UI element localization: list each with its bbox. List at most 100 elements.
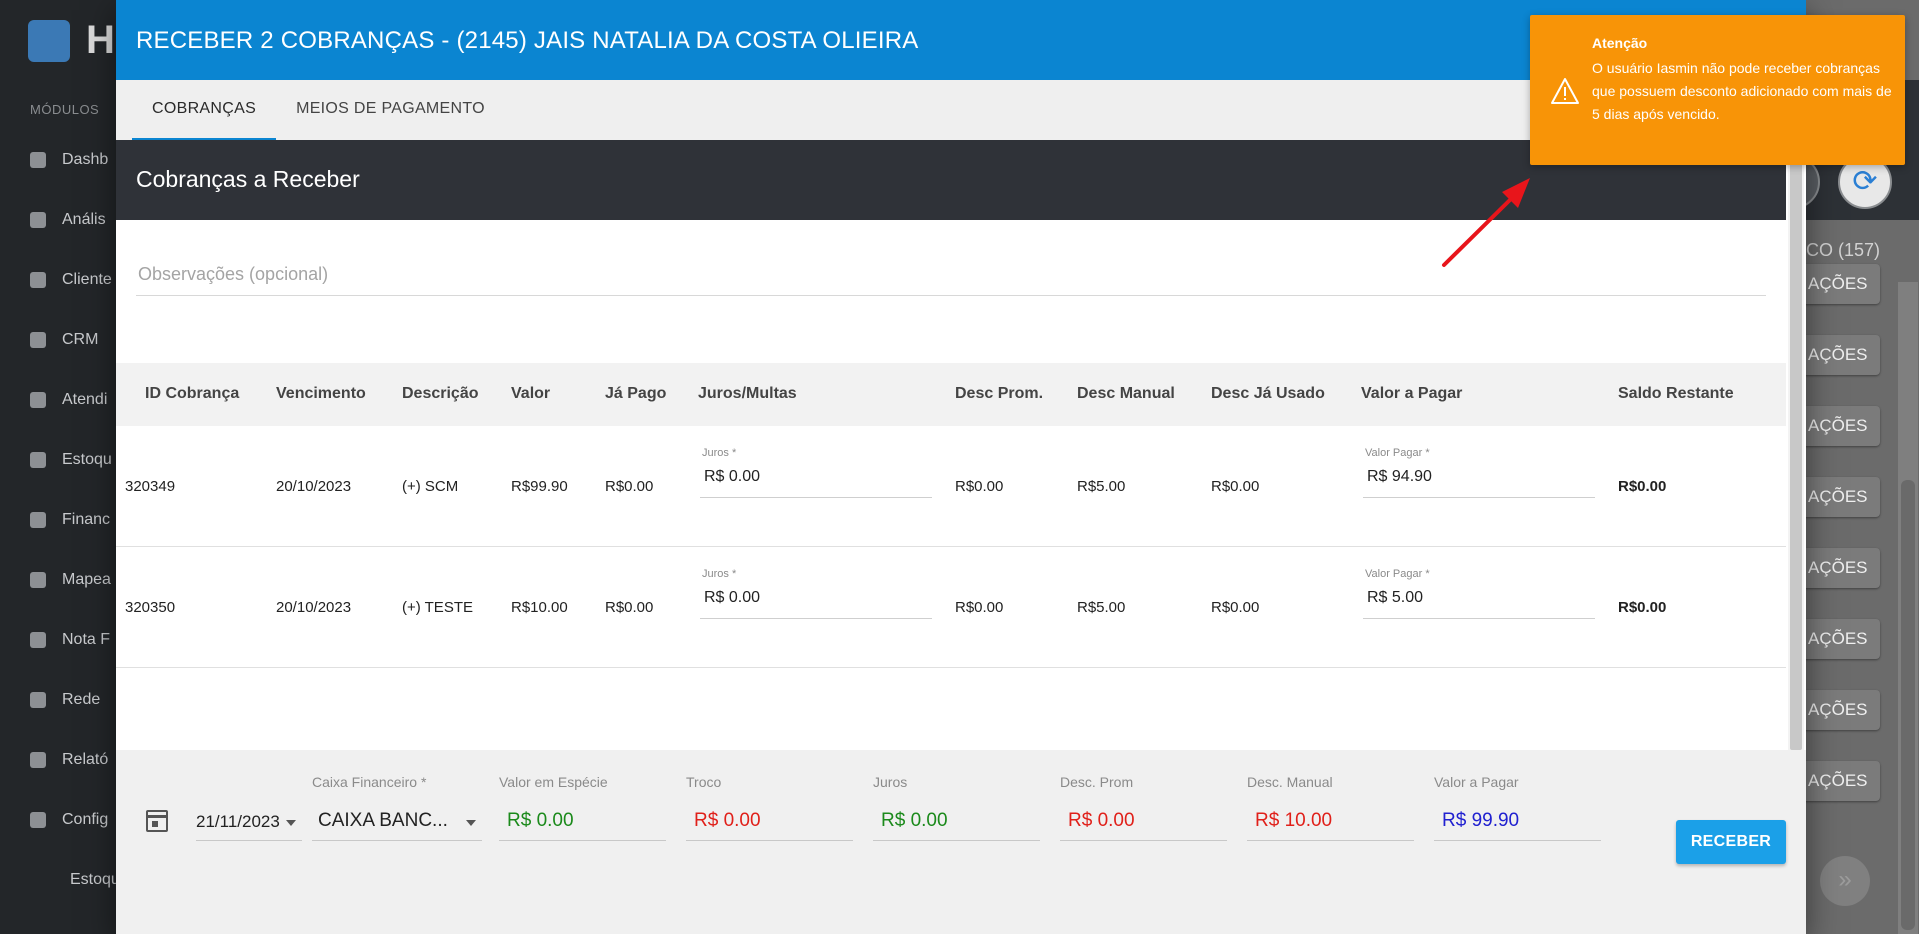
juros-input-label: Juros * (702, 568, 737, 580)
contact-icon (30, 272, 46, 288)
date-underline (196, 840, 302, 841)
background-sidebar: H MÓDULOS Dashb Anális Cliente CRM Atend… (0, 0, 120, 934)
desc-prom-label: Desc. Prom (1060, 774, 1134, 790)
juros-total-label: Juros (873, 774, 908, 790)
desc-prom-value: R$ 0.00 (1068, 810, 1135, 831)
column-header: Desc Já Usado (1211, 385, 1325, 402)
cell-desc-ja-usado: R$0.00 (1211, 599, 1260, 616)
valor-pagar-input-label: Valor Pagar * (1365, 568, 1430, 580)
cell-descricao: (+) TESTE (402, 599, 473, 616)
cell-ja-pago: R$0.00 (605, 478, 654, 495)
caixa-financeiro-label: Caixa Financeiro * (312, 774, 427, 790)
valor-a-pagar-underline (1434, 840, 1601, 841)
cell-id: 320349 (125, 478, 176, 495)
juros-total-underline (873, 840, 1040, 841)
valor-pagar-input[interactable]: Valor Pagar * R$ 5.00 (1363, 563, 1595, 619)
sidebar-item-nota-fiscal[interactable]: Nota F (30, 631, 110, 649)
column-header: ID Cobrança (145, 385, 240, 402)
date-value: 21/11/2023 (196, 812, 280, 831)
map-pin-icon (30, 572, 46, 588)
desc-manual-underline (1247, 840, 1414, 841)
board-icon (30, 332, 46, 348)
toast-title: Atenção (1592, 35, 1648, 51)
column-header: Descrição (402, 385, 479, 402)
modules-section-label: MÓDULOS (30, 102, 100, 117)
troco-value: R$ 0.00 (694, 810, 761, 831)
caixa-financeiro-value: CAIXA BANC... (318, 810, 448, 831)
cell-descricao: (+) SCM (402, 478, 459, 495)
document-icon (30, 632, 46, 648)
column-header: Valor a Pagar (1361, 385, 1463, 402)
sidebar-item-estoque[interactable]: Estoqu (30, 451, 112, 469)
report-icon (30, 752, 46, 768)
caixa-financeiro-underline (312, 840, 482, 841)
juros-input-value: R$ 0.00 (704, 589, 761, 606)
desc-manual-label: Desc. Manual (1247, 774, 1333, 790)
table-row: 320350 20/10/2023 (+) TESTE R$10.00 R$0.… (116, 547, 1786, 668)
juros-total-value: R$ 0.00 (881, 810, 948, 831)
date-dropdown-icon[interactable] (286, 820, 296, 826)
sidebar-item-dashboard[interactable]: Dashb (30, 151, 108, 169)
sidebar-item-clientes[interactable]: Cliente (30, 271, 112, 289)
calendar-clock-icon (30, 392, 46, 408)
tab-cobrancas[interactable]: COBRANÇAS (132, 80, 277, 140)
column-header: Vencimento (276, 385, 366, 402)
cell-vencimento: 20/10/2023 (276, 599, 352, 616)
calendar-icon[interactable] (146, 810, 168, 832)
cell-ja-pago: R$0.00 (605, 599, 654, 616)
column-header: Desc Manual (1077, 385, 1175, 402)
cell-desc-manual: R$5.00 (1077, 478, 1126, 495)
juros-input[interactable]: Juros * R$ 0.00 (700, 442, 932, 498)
juros-input-label: Juros * (702, 447, 737, 459)
sidebar-item-mapeamento[interactable]: Mapea (30, 571, 111, 589)
gear-icon (30, 812, 46, 828)
valor-especie-value: R$ 0.00 (507, 810, 574, 831)
sidebar-item-rede[interactable]: Rede (30, 691, 100, 709)
column-header: Juros/Multas (698, 385, 797, 402)
sidebar-item-financeiro[interactable]: Financ (30, 511, 110, 529)
valor-especie-label: Valor em Espécie (499, 774, 608, 790)
valor-pagar-input[interactable]: Valor Pagar * R$ 94.90 (1363, 442, 1595, 498)
troco-underline (686, 840, 853, 841)
cell-desc-manual: R$5.00 (1077, 599, 1126, 616)
chevron-down-icon[interactable] (466, 820, 476, 826)
column-header: Saldo Restante (1618, 385, 1734, 402)
server-icon (30, 692, 46, 708)
valor-pagar-input-value: R$ 94.90 (1367, 468, 1432, 485)
cell-desc-ja-usado: R$0.00 (1211, 478, 1260, 495)
warning-icon (1551, 78, 1579, 104)
sidebar-item-crm[interactable]: CRM (30, 331, 98, 349)
juros-input-value: R$ 0.00 (704, 468, 761, 485)
cobrancas-table: ID Cobrança Vencimento Descrição Valor J… (116, 363, 1786, 668)
background-count-label: CO (157) (1806, 240, 1881, 260)
cell-saldo: R$0.00 (1618, 599, 1667, 616)
sidebar-item-atendimento[interactable]: Atendi (30, 391, 107, 409)
receber-button[interactable]: RECEBER (1676, 820, 1786, 864)
warning-toast[interactable]: Atenção O usuário Iasmin não pode recebe… (1530, 15, 1905, 165)
annotation-arrow-icon (1442, 178, 1530, 267)
dashboard-icon (30, 152, 46, 168)
modal-scrollbar-thumb[interactable] (1790, 140, 1802, 750)
cell-id: 320350 (125, 599, 176, 616)
juros-input[interactable]: Juros * R$ 0.00 (700, 563, 932, 619)
cell-saldo: R$0.00 (1618, 478, 1667, 495)
cell-vencimento: 20/10/2023 (276, 478, 352, 495)
cell-desc-prom: R$0.00 (955, 478, 1004, 495)
next-page-icon[interactable]: » (1820, 856, 1870, 906)
sidebar-item-relatorios[interactable]: Relató (30, 751, 108, 769)
valor-especie-underline (499, 840, 666, 841)
desc-manual-value: R$ 10.00 (1255, 810, 1333, 831)
app-logo-text: H (86, 18, 115, 62)
sidebar-item-configuracoes[interactable]: Config (30, 811, 108, 829)
valor-a-pagar-label: Valor a Pagar (1434, 774, 1519, 790)
toast-message: O usuário Iasmin não pode receber cobran… (1592, 60, 1892, 122)
valor-pagar-input-value: R$ 5.00 (1367, 589, 1424, 606)
money-icon (30, 512, 46, 528)
sidebar-subitem-estoque[interactable]: Estoqu (70, 871, 120, 889)
tab-meios-de-pagamento[interactable]: MEIOS DE PAGAMENTO (276, 80, 505, 140)
sidebar-item-analise[interactable]: Anális (30, 211, 106, 229)
table-row: 320349 20/10/2023 (+) SCM R$99.90 R$0.00… (116, 426, 1786, 547)
background-scrollbar-thumb[interactable] (1901, 480, 1915, 930)
valor-a-pagar-value: R$ 99.90 (1442, 810, 1520, 831)
column-header: Desc Prom. (955, 385, 1044, 402)
